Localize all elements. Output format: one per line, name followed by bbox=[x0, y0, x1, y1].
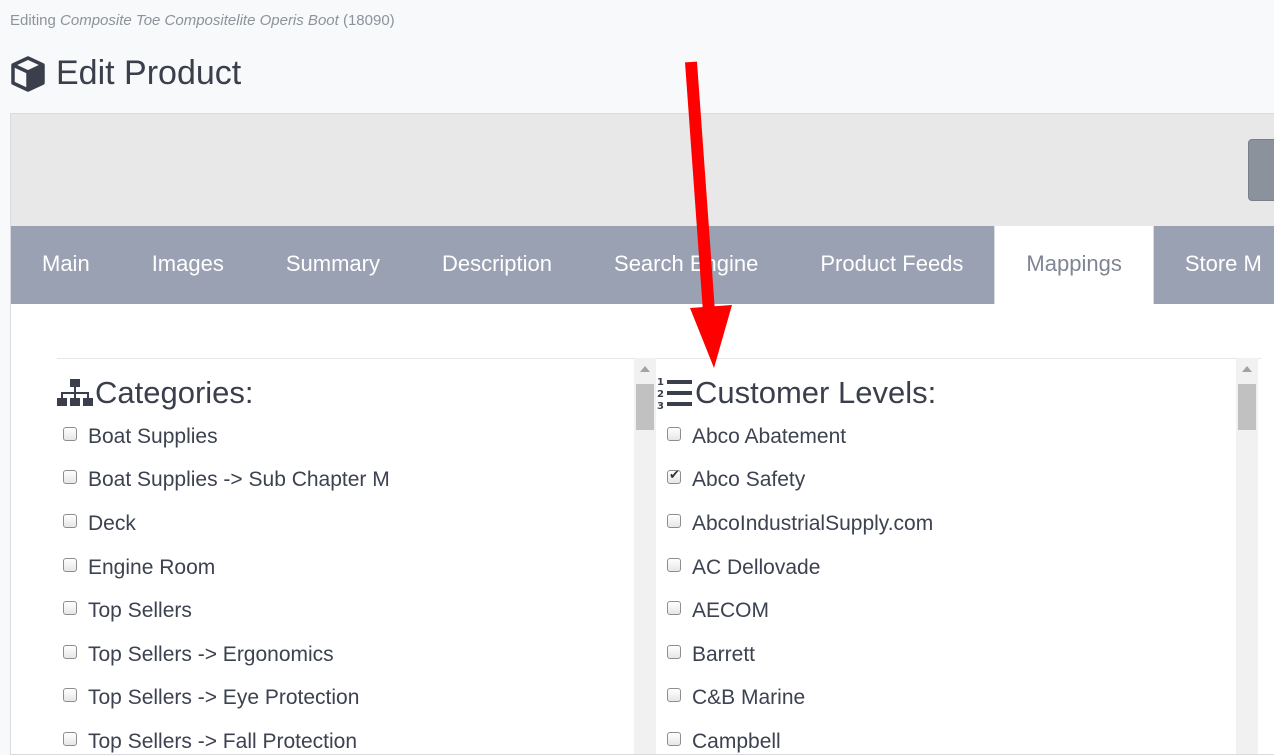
scroll-thumb[interactable] bbox=[1238, 384, 1256, 430]
customer-level-checkbox[interactable] bbox=[667, 513, 681, 528]
customer-level-item[interactable]: Abco Safety bbox=[657, 459, 1261, 503]
customer-level-checkbox[interactable] bbox=[667, 467, 681, 485]
category-checkbox[interactable] bbox=[63, 557, 77, 572]
categories-title: Categories: bbox=[95, 375, 254, 410]
customer-level-label: AC Dellovade bbox=[692, 555, 821, 579]
tab-search-engine[interactable]: Search Engine bbox=[583, 226, 789, 304]
category-item[interactable]: Deck bbox=[57, 502, 658, 546]
categories-scrollbar[interactable] bbox=[634, 358, 656, 754]
customer-level-checkbox[interactable] bbox=[667, 601, 681, 616]
category-label: Top Sellers -> Ergonomics bbox=[88, 642, 334, 666]
customer-level-item[interactable]: Abco Abatement bbox=[657, 415, 1261, 459]
category-label: Top Sellers -> Eye Protection bbox=[88, 686, 360, 710]
category-item[interactable]: Top Sellers -> Ergonomics bbox=[57, 633, 658, 677]
customer-level-checkbox[interactable] bbox=[667, 644, 681, 659]
tab-main[interactable]: Main bbox=[11, 226, 121, 304]
tab-bar: Main Images Summary Description Search E… bbox=[11, 226, 1274, 304]
category-checkbox[interactable] bbox=[63, 644, 77, 659]
categories-list: Categories: Boat Supplies Boat Supplies … bbox=[57, 358, 658, 754]
category-label: Boat Supplies bbox=[88, 424, 218, 448]
category-checkbox[interactable] bbox=[63, 426, 77, 441]
tab-store-mappings[interactable]: Store M bbox=[1154, 226, 1274, 304]
customer-level-item[interactable]: C&B Marine bbox=[657, 677, 1261, 721]
product-id: (18090) bbox=[342, 12, 395, 29]
category-label: Top Sellers -> Fall Protection bbox=[88, 729, 358, 753]
customer-level-item[interactable]: AbcoIndustrialSupply.com bbox=[657, 502, 1261, 546]
ordered-list-icon: 1 2 3 bbox=[657, 377, 692, 411]
svg-text:1: 1 bbox=[657, 377, 664, 388]
customer-level-label: AbcoIndustrialSupply.com bbox=[692, 511, 934, 535]
page-title: Edit Product bbox=[10, 54, 241, 93]
customer-level-label: AECOM bbox=[692, 599, 770, 623]
category-label: Boat Supplies -> Sub Chapter M bbox=[88, 468, 390, 492]
customer-levels-list: 1 2 3 Customer Levels: Abco Abatement Ab… bbox=[657, 358, 1261, 754]
tab-summary[interactable]: Summary bbox=[255, 226, 411, 304]
svg-text:2: 2 bbox=[657, 389, 664, 400]
categories-heading: Categories: bbox=[57, 371, 658, 415]
customer-level-label: Barrett bbox=[692, 642, 756, 666]
customer-level-label: Abco Safety bbox=[692, 468, 806, 492]
category-item[interactable]: Boat Supplies -> Sub Chapter M bbox=[57, 459, 658, 503]
customer-level-item[interactable]: Barrett bbox=[657, 633, 1261, 677]
category-item[interactable]: Top Sellers -> Eye Protection bbox=[57, 677, 658, 721]
tab-description[interactable]: Description bbox=[411, 226, 583, 304]
customer-level-checkbox[interactable] bbox=[667, 426, 681, 441]
category-label: Deck bbox=[88, 511, 136, 535]
customer-level-label: Campbell bbox=[692, 729, 781, 753]
category-label: Engine Room bbox=[88, 555, 216, 579]
category-checkbox[interactable] bbox=[63, 601, 77, 616]
tab-mappings[interactable]: Mappings bbox=[994, 226, 1154, 304]
customer-level-checkbox[interactable] bbox=[667, 557, 681, 572]
customer-levels-heading: 1 2 3 Customer Levels: bbox=[657, 371, 1261, 415]
customer-level-item[interactable]: AC Dellovade bbox=[657, 546, 1261, 590]
scroll-thumb[interactable] bbox=[636, 384, 654, 430]
tab-product-feeds[interactable]: Product Feeds bbox=[789, 226, 994, 304]
editing-subtitle: Editing Composite Toe Compositelite Oper… bbox=[10, 12, 395, 29]
sitemap-icon bbox=[57, 379, 93, 406]
category-checkbox[interactable] bbox=[63, 470, 77, 485]
cube-icon bbox=[11, 55, 45, 92]
customer-level-checkbox[interactable] bbox=[667, 731, 681, 746]
product-name: Composite Toe Compositelite Operis Boot bbox=[60, 12, 339, 29]
category-item[interactable]: Engine Room bbox=[57, 546, 658, 590]
scroll-up-arrow[interactable] bbox=[640, 366, 650, 372]
page-title-text: Edit Product bbox=[56, 54, 242, 92]
toolbar bbox=[11, 114, 1274, 227]
category-item[interactable]: Top Sellers bbox=[57, 589, 658, 633]
customer-level-label: C&B Marine bbox=[692, 686, 806, 710]
edit-panel: Main Images Summary Description Search E… bbox=[10, 113, 1274, 755]
tab-images[interactable]: Images bbox=[121, 226, 255, 304]
category-checkbox[interactable] bbox=[63, 688, 77, 703]
mappings-content: Categories: Boat Supplies Boat Supplies … bbox=[11, 304, 1274, 754]
customer-levels-scrollbar[interactable] bbox=[1236, 358, 1258, 754]
category-checkbox[interactable] bbox=[63, 731, 77, 746]
customer-level-label: Abco Abatement bbox=[692, 424, 847, 448]
customer-levels-title: Customer Levels: bbox=[695, 375, 937, 410]
category-checkbox[interactable] bbox=[63, 513, 77, 528]
toolbar-button[interactable] bbox=[1248, 139, 1274, 201]
customer-level-item[interactable]: Campbell bbox=[657, 720, 1261, 754]
category-item[interactable]: Boat Supplies bbox=[57, 415, 658, 459]
category-label: Top Sellers bbox=[88, 599, 192, 623]
scroll-up-arrow[interactable] bbox=[1242, 366, 1252, 372]
category-item[interactable]: Top Sellers -> Fall Protection bbox=[57, 720, 658, 754]
customer-level-checkbox[interactable] bbox=[667, 688, 681, 703]
svg-text:3: 3 bbox=[657, 401, 664, 411]
editing-prefix: Editing bbox=[10, 12, 56, 29]
customer-level-item[interactable]: AECOM bbox=[657, 589, 1261, 633]
